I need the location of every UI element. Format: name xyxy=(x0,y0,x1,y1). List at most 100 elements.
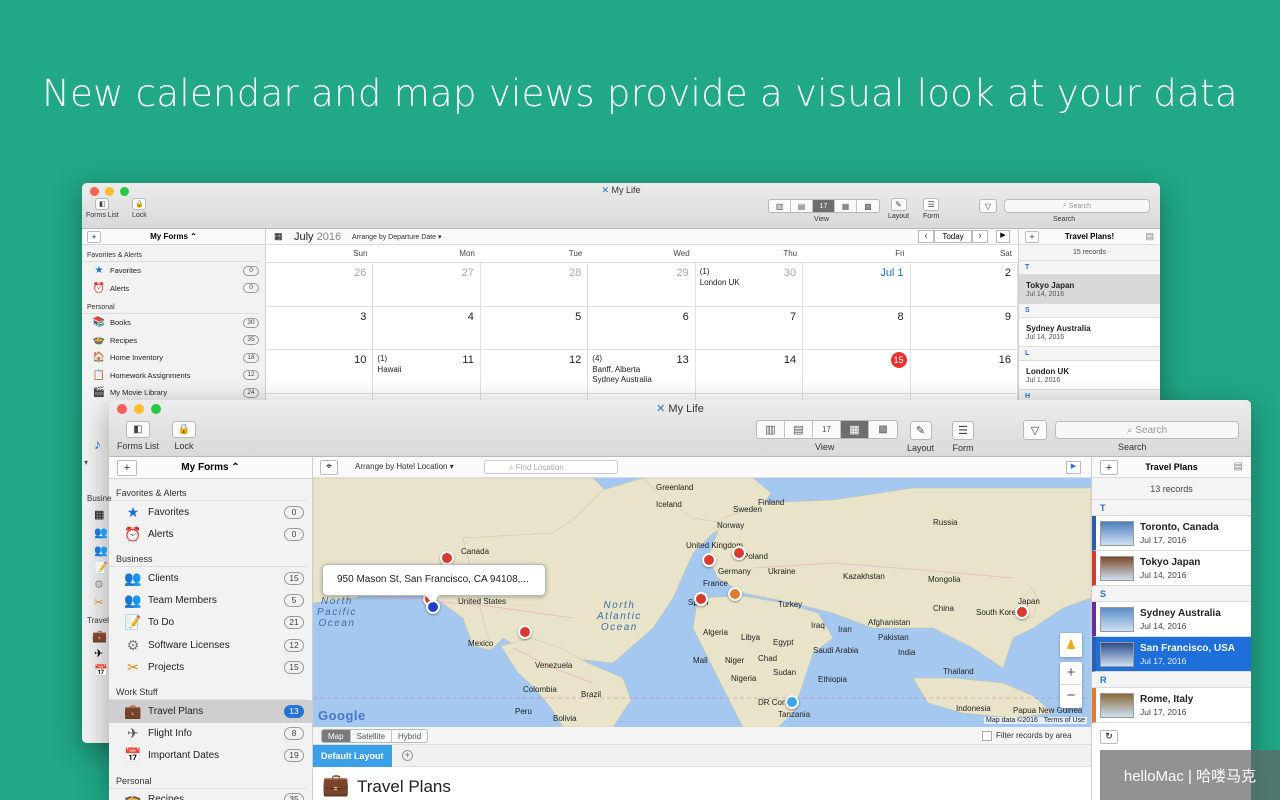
filter-button[interactable]: ▽ xyxy=(1023,420,1047,440)
map-pin[interactable] xyxy=(518,625,532,639)
sidebar-item-to-do[interactable]: 📝 To Do 21 xyxy=(109,612,312,634)
address-callout[interactable]: 950 Mason St, San Francisco, CA 94108,..… xyxy=(322,564,546,596)
day-cell[interactable]: 30 (1) London UK xyxy=(695,263,804,307)
sidebar-item-recipes[interactable]: 🍲 Recipes 35 xyxy=(109,789,312,800)
find-location-input[interactable]: ⌕ Find Location xyxy=(484,460,618,474)
day-cell[interactable]: 6 xyxy=(588,306,696,350)
calendar-view-icon[interactable]: 17 xyxy=(813,200,835,212)
day-cell[interactable]: 16 xyxy=(910,350,1018,394)
forms-selector[interactable]: My Forms ⌃ xyxy=(82,232,265,241)
day-cell[interactable]: 7 xyxy=(695,306,804,350)
day-cell[interactable]: 28 xyxy=(480,263,589,307)
form-view-icon[interactable]: ▤ xyxy=(785,421,813,438)
sidebar-item-clients[interactable]: 👥 Clients 15 xyxy=(109,567,312,589)
columns-view-icon[interactable]: ▥ xyxy=(757,421,785,438)
map-pin[interactable] xyxy=(785,695,799,709)
layout-button[interactable]: ✎ Layout xyxy=(888,198,909,220)
columns-view-icon[interactable]: ▥ xyxy=(769,200,791,212)
map-pin[interactable] xyxy=(1015,605,1029,619)
map-pin[interactable] xyxy=(702,553,716,567)
panel-toggle-icon[interactable]: ▶ xyxy=(996,230,1010,243)
day-cell[interactable]: 10 xyxy=(266,350,374,394)
map-view-icon[interactable]: ▦ xyxy=(835,200,857,212)
sidebar-item-travel-plans[interactable]: 💼 Travel Plans 13 xyxy=(109,700,312,723)
locate-icon[interactable]: ⌖ xyxy=(320,460,338,475)
day-cell[interactable]: 2 xyxy=(910,263,1018,307)
pegman-icon[interactable]: ♟ xyxy=(1060,633,1082,657)
world-map[interactable]: Canada United States Mexico Venezuela Colomb… xyxy=(313,478,1091,727)
sidebar-item-favorites[interactable]: ★ Favorites 0 xyxy=(82,262,265,280)
prev-month-button[interactable]: ‹ xyxy=(918,230,934,243)
sidebar-item-favorites[interactable]: ★ Favorites 0 xyxy=(109,501,312,523)
search-input[interactable]: ⌕ Search xyxy=(1004,199,1150,213)
day-cell[interactable]: 27 xyxy=(373,263,481,307)
day-cell[interactable]: 15 xyxy=(803,350,911,394)
list-icon[interactable]: ▤ xyxy=(1234,461,1243,472)
default-layout-tab[interactable]: Default Layout xyxy=(313,745,392,767)
add-record-button[interactable]: + xyxy=(1025,231,1039,243)
map-tab-satellite[interactable]: Satellite xyxy=(351,730,393,742)
calendar-event[interactable]: Hawaii xyxy=(377,365,401,375)
map-tab-map[interactable]: Map xyxy=(322,730,351,742)
sidebar-item-software-licenses[interactable]: ⚙ Software Licenses 12 xyxy=(109,634,312,656)
day-cell[interactable]: 8 xyxy=(803,306,911,350)
today-button[interactable]: Today xyxy=(934,230,972,243)
grid-view-icon[interactable]: ▩ xyxy=(869,421,897,438)
day-cell[interactable]: 5 xyxy=(480,306,589,350)
arrange-dropdown[interactable]: Arrange by Departure Date ▾ xyxy=(352,233,442,241)
forms-selector[interactable]: My Forms ⌃ xyxy=(109,462,312,473)
record-item[interactable]: Rome, Italy Jul 17, 2016 xyxy=(1092,688,1251,723)
calendar-view-icon[interactable]: 17 xyxy=(813,421,841,438)
add-record-button[interactable]: + xyxy=(1100,460,1118,475)
sidebar-item-books[interactable]: 📚 Books 30 xyxy=(82,314,265,332)
record-item[interactable]: Sydney Australia Jul 14, 2016 xyxy=(1092,602,1251,637)
view-switcher[interactable]: ▥ ▤ 17 ▦ ▩ xyxy=(768,199,880,213)
calendar-event[interactable]: London UK xyxy=(700,278,740,288)
form-button[interactable]: ☰ Form xyxy=(923,198,939,220)
zoom-control[interactable]: + − xyxy=(1060,662,1082,708)
forms-list-button[interactable]: ◧ Forms List xyxy=(117,421,159,451)
record-item[interactable]: Tokyo Japan Jul 14, 2016 xyxy=(1092,551,1251,586)
sidebar-item-alerts[interactable]: ⏰ Alerts 0 xyxy=(109,523,312,545)
record-item[interactable]: London UK Jul 1, 2016 xyxy=(1019,361,1160,390)
zoom-in-icon[interactable]: + xyxy=(1060,662,1082,685)
map-view-icon[interactable]: ▦ xyxy=(841,421,869,438)
filter-button[interactable]: ▽ xyxy=(979,199,997,213)
day-cell[interactable]: 11 (1) Hawaii xyxy=(373,350,481,394)
forms-list-button[interactable]: ◧ Forms List xyxy=(86,198,119,219)
record-item[interactable]: Sydney Australia Jul 14, 2016 xyxy=(1019,318,1160,347)
form-button[interactable]: ☰ Form xyxy=(952,421,974,453)
lock-button[interactable]: 🔒 Lock xyxy=(172,421,196,451)
day-cell[interactable]: 14 xyxy=(695,350,804,394)
day-cell[interactable]: 26 xyxy=(266,263,374,307)
day-cell[interactable]: 9 xyxy=(910,306,1018,350)
map-tab-hybrid[interactable]: Hybrid xyxy=(392,730,427,742)
calendar-event[interactable]: Banff, Alberta xyxy=(592,365,640,375)
map-pin[interactable] xyxy=(694,592,708,606)
view-switcher[interactable]: ▥ ▤ 17 ▦ ▩ xyxy=(756,420,898,439)
record-item[interactable]: Toronto, Canada Jul 17, 2016 xyxy=(1092,516,1251,551)
search-input[interactable]: ⌕ Search xyxy=(1055,421,1239,439)
day-cell[interactable]: 13 (4) Banff, Alberta Sydney Australia xyxy=(588,350,696,394)
sidebar-item-my-movie-library[interactable]: 🎬 My Movie Library 24 xyxy=(82,384,265,402)
map-type-tabs[interactable]: Map Satellite Hybrid xyxy=(321,729,429,743)
terms-link[interactable]: Terms of Use xyxy=(1044,717,1085,724)
sidebar-item-recipes[interactable]: 🍲 Recipes 35 xyxy=(82,332,265,350)
list-icon[interactable]: ▤ xyxy=(1145,231,1154,242)
panel-toggle-icon[interactable]: ▶ xyxy=(1066,461,1081,474)
day-cell[interactable]: 4 xyxy=(373,306,481,350)
zoom-out-icon[interactable]: − xyxy=(1060,685,1082,708)
record-item[interactable]: San Francisco, USA Jul 17, 2016 xyxy=(1092,637,1251,672)
form-view-icon[interactable]: ▤ xyxy=(791,200,813,212)
next-month-button[interactable]: › xyxy=(972,230,988,243)
sidebar-item-important-dates[interactable]: 📅 Important Dates 19 xyxy=(109,745,312,767)
map-pin[interactable] xyxy=(440,551,454,565)
grid-view-icon[interactable]: ▩ xyxy=(857,200,879,212)
sidebar-item-team-members[interactable]: 👥 Team Members 5 xyxy=(109,590,312,612)
add-form-button[interactable]: + xyxy=(117,460,137,476)
record-item[interactable]: Tokyo Japan Jul 14, 2016 xyxy=(1019,275,1160,304)
map-pin[interactable] xyxy=(728,587,742,601)
filter-checkbox[interactable] xyxy=(982,731,992,741)
sidebar-item-flight-info[interactable]: ✈ Flight Info 8 xyxy=(109,723,312,745)
day-cell[interactable]: 12 xyxy=(480,350,589,394)
